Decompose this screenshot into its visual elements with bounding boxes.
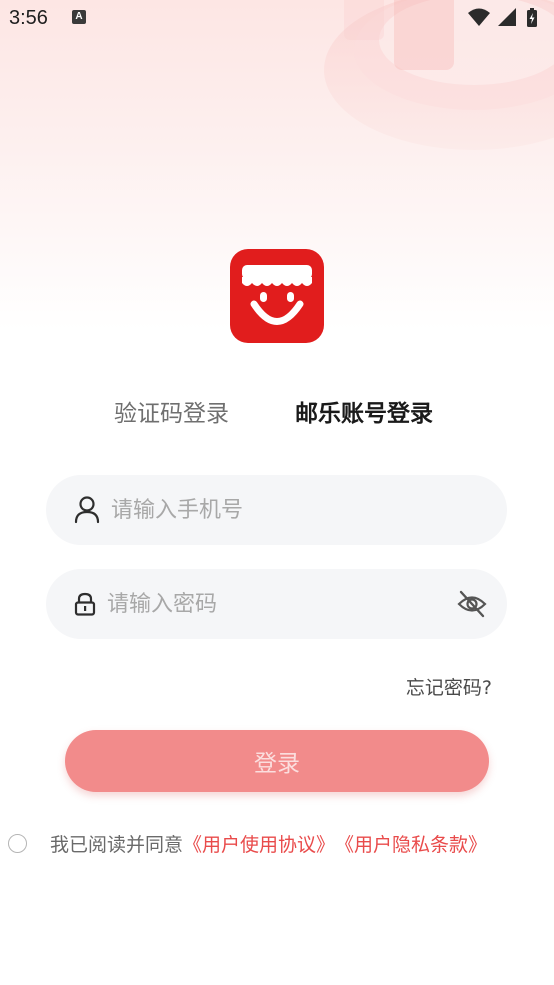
agreement-text: 我已阅读并同意	[50, 833, 184, 856]
status-bar: 3:56 A	[0, 0, 554, 40]
user-icon	[74, 475, 100, 545]
login-button[interactable]: 登录	[65, 730, 489, 792]
notification-icon: A	[72, 10, 86, 24]
lock-icon	[74, 569, 96, 639]
battery-charging-icon	[527, 8, 537, 27]
signal-icon	[498, 8, 516, 26]
agreement-row: 我已阅读并同意 《用户使用协议》 《用户隐私条款》	[8, 828, 487, 858]
tab-verification-code-login[interactable]: 验证码登录	[114, 394, 229, 428]
forgot-password-link[interactable]: 忘记密码?	[406, 673, 492, 700]
app-logo	[230, 249, 324, 343]
tab-account-login[interactable]: 邮乐账号登录	[295, 394, 433, 428]
phone-input[interactable]	[111, 475, 491, 545]
status-icons	[468, 8, 537, 27]
agreement-checkbox[interactable]	[8, 833, 27, 853]
password-input[interactable]	[107, 569, 437, 639]
status-time: 3:56	[9, 7, 48, 29]
wifi-icon	[468, 8, 490, 26]
user-agreement-link[interactable]: 《用户使用协议》	[183, 830, 335, 857]
privacy-policy-link[interactable]: 《用户隐私条款》	[335, 830, 487, 857]
password-field	[46, 569, 507, 639]
login-screen: 3:56 A 验证码登录 邮乐账号登录 请输入手机号 忘记密码? 登录 我已阅读…	[0, 0, 554, 985]
eye-off-icon[interactable]	[456, 569, 488, 639]
phone-field	[46, 475, 507, 545]
